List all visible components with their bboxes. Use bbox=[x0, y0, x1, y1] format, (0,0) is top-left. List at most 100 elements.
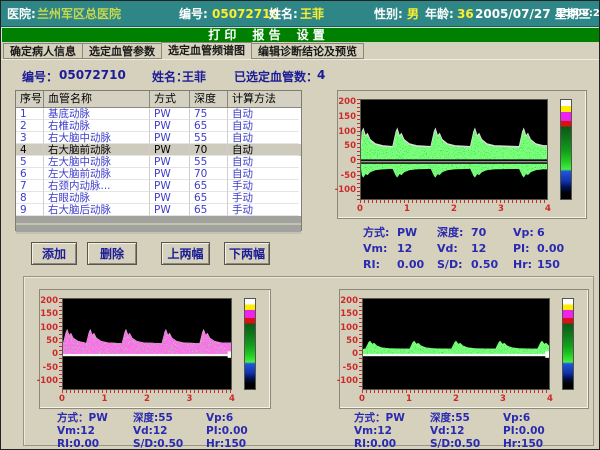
y-axis-tick-label: 0 bbox=[350, 157, 356, 166]
table-cell: 65 bbox=[190, 180, 228, 192]
table-cell: 右眼动脉 bbox=[44, 192, 150, 204]
tab-vessel-params[interactable]: 选定血管参数 bbox=[82, 43, 162, 59]
table-cell: 基底动脉 bbox=[44, 108, 150, 120]
stat-label: S/D: bbox=[437, 258, 471, 274]
patient-name-value: 王菲 bbox=[300, 1, 324, 27]
stat-label: 方式: bbox=[363, 226, 397, 242]
y-axis-tick-label: -100 bbox=[37, 377, 58, 386]
x-axis-tick-label: 2 bbox=[144, 394, 150, 404]
table-cell: PW bbox=[150, 204, 190, 216]
menu-print[interactable]: 打 印 bbox=[208, 28, 236, 42]
next-two-button[interactable]: 下两幅 bbox=[224, 242, 270, 265]
table-cell: PW bbox=[150, 156, 190, 168]
form-id-label: 编号： bbox=[22, 68, 58, 85]
age-value: 36 bbox=[457, 1, 474, 27]
stat-value: PW bbox=[397, 226, 437, 242]
y-axis-tick-label: 200 bbox=[338, 98, 356, 107]
table-row[interactable]: 3右大脑中动脉PW55自动 bbox=[16, 132, 301, 144]
table-cell: 2 bbox=[16, 120, 44, 132]
stat-pair: RI:0.00 bbox=[57, 438, 133, 450]
spectrogram-panel-top-right: 200150100500-50-10001234 bbox=[337, 90, 587, 219]
form-count-label: 已选定血管数： bbox=[234, 68, 318, 85]
header-cell: 计算方法 bbox=[228, 91, 299, 107]
table-row[interactable]: 5左大脑中动脉PW55自动 bbox=[16, 156, 301, 168]
gender-value: 男 bbox=[407, 1, 419, 27]
table-row[interactable]: 2右椎动脉PW65自动 bbox=[16, 120, 301, 132]
table-cell: 左大脑前动脉 bbox=[44, 168, 150, 180]
stat-pair: PI:0.00 bbox=[206, 425, 276, 438]
x-axis-tick-label: 3 bbox=[500, 394, 506, 404]
spectrogram-panel-bottom-left: 200150100500-50-10001234 bbox=[39, 289, 271, 409]
table-cell: 右颈内动脉... bbox=[44, 180, 150, 192]
tab-diagnosis-preview[interactable]: 编辑诊断结论及预览 bbox=[251, 43, 364, 59]
stat-pair: Vp:6 bbox=[503, 412, 573, 425]
table-cell: 70 bbox=[190, 144, 228, 156]
header-cell: 方式 bbox=[150, 91, 190, 107]
table-cell: 7 bbox=[16, 180, 44, 192]
table-cell: 左大脑中动脉 bbox=[44, 156, 150, 168]
table-cell: PW bbox=[150, 120, 190, 132]
table-cell: 6 bbox=[16, 168, 44, 180]
y-axis-tick-label: 50 bbox=[344, 142, 356, 151]
table-row[interactable]: 6左大脑前动脉PW70自动 bbox=[16, 168, 301, 180]
x-axis-ticks bbox=[362, 390, 550, 393]
color-scale-bar bbox=[562, 298, 574, 390]
stat-pair: 深度:55 bbox=[430, 412, 503, 425]
table-cell: 自动 bbox=[228, 132, 299, 144]
tab-vessel-spectrum[interactable]: 选定血管频谱图 bbox=[161, 42, 252, 59]
add-button[interactable]: 添加 bbox=[31, 242, 77, 265]
y-axis-tick-label: 100 bbox=[40, 324, 58, 333]
table-row[interactable]: 9右大脑后动脉PW65手动 bbox=[16, 204, 301, 216]
menu-settings[interactable]: 设 置 bbox=[297, 28, 325, 42]
menu-report[interactable]: 报 告 bbox=[252, 28, 280, 42]
table-cell: 自动 bbox=[228, 120, 299, 132]
stat-value: 0.00 bbox=[537, 242, 577, 258]
header-cell: 血管名称 bbox=[44, 91, 150, 107]
table-cell: 自动 bbox=[228, 156, 299, 168]
table-row[interactable]: 1基底动脉PW75自动 bbox=[16, 108, 301, 120]
table-cell: 55 bbox=[190, 132, 228, 144]
table-row[interactable]: 7右颈内动脉...PW65手动 bbox=[16, 180, 301, 192]
delete-button[interactable]: 删除 bbox=[87, 242, 137, 265]
prev-two-button[interactable]: 上两幅 bbox=[161, 242, 210, 265]
spectrogram-plot bbox=[360, 99, 548, 200]
table-cell: 手动 bbox=[228, 204, 299, 216]
y-axis-tick-label: 100 bbox=[340, 324, 358, 333]
hospital-label: 医院: bbox=[7, 1, 36, 27]
age-label: 年龄: bbox=[425, 1, 454, 27]
vessel-table[interactable]: 序号血管名称方式深度计算方法1基底动脉PW75自动2右椎动脉PW65自动3右大脑… bbox=[15, 90, 302, 231]
y-axis-tick-label: 150 bbox=[340, 310, 358, 319]
table-cell: 右大脑后动脉 bbox=[44, 204, 150, 216]
titlebar: 医院: 兰州军区总医院 编号: 05072710 姓名: 王菲 性别: 男 年龄… bbox=[1, 1, 600, 27]
y-axis-tick-label: 150 bbox=[40, 310, 58, 319]
stat-pair: Hr:150 bbox=[503, 438, 573, 450]
hospital-value: 兰州军区总医院 bbox=[37, 1, 121, 27]
stat-pair: 方式：PW bbox=[354, 412, 430, 425]
table-empty-row bbox=[16, 225, 301, 234]
x-axis-tick-label: 1 bbox=[406, 394, 412, 404]
tab-bar: 确定病人信息选定血管参数选定血管频谱图编辑诊断结论及预览 bbox=[1, 42, 600, 59]
x-axis-tick-label: 0 bbox=[357, 204, 363, 214]
table-cell: 5 bbox=[16, 156, 44, 168]
stat-label: RI: bbox=[363, 258, 397, 274]
x-axis-tick-label: 1 bbox=[102, 394, 108, 404]
tab-patient-info[interactable]: 确定病人信息 bbox=[3, 43, 83, 59]
app-window: 医院: 兰州军区总医院 编号: 05072710 姓名: 王菲 性别: 男 年龄… bbox=[0, 0, 600, 450]
stat-pair: Vd:12 bbox=[430, 425, 503, 438]
table-cell: 65 bbox=[190, 192, 228, 204]
table-cell: PW bbox=[150, 132, 190, 144]
stat-label: Vm: bbox=[363, 242, 397, 258]
stat-value: 12 bbox=[397, 242, 437, 258]
table-row[interactable]: 4右大脑前动脉PW70自动 bbox=[16, 144, 301, 156]
y-axis-labels: 200150100500-50-100 bbox=[40, 298, 60, 390]
table-cell: 75 bbox=[190, 108, 228, 120]
x-axis-tick-label: 4 bbox=[547, 394, 553, 404]
menu-bar: 打 印报 告设 置 bbox=[1, 27, 600, 42]
stat-pair: 方式：PW bbox=[57, 412, 133, 425]
table-row[interactable]: 8右眼动脉PW65手动 bbox=[16, 192, 301, 204]
header-cell: 序号 bbox=[16, 91, 44, 107]
stat-pair: Vd:12 bbox=[133, 425, 206, 438]
stat-value: 70 bbox=[471, 226, 513, 242]
stat-value: 12 bbox=[471, 242, 513, 258]
patient-id-label: 编号: bbox=[179, 1, 208, 27]
